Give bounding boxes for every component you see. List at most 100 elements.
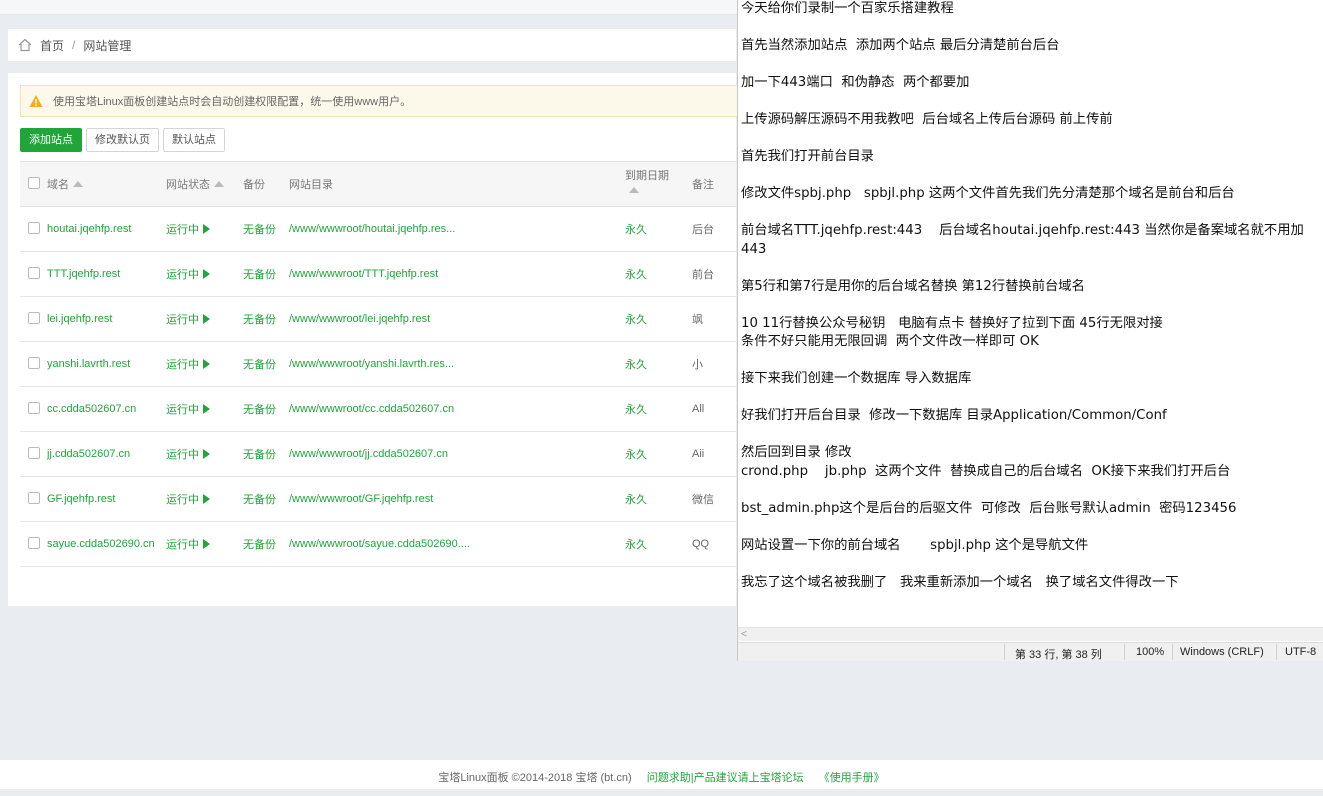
edit-default-page-button[interactable]: 修改默认页 bbox=[86, 128, 159, 152]
home-icon[interactable] bbox=[18, 38, 32, 52]
site-domain-link[interactable]: houtai.jqehfp.rest bbox=[46, 206, 165, 252]
site-domain-link[interactable]: jj.cdda502607.cn bbox=[46, 431, 165, 477]
text-line bbox=[741, 56, 1320, 75]
table-row[interactable]: houtai.jqehfp.rest 运行中 无备份/www/wwwroot/hou… bbox=[20, 206, 736, 252]
site-root-link[interactable]: /www/wwwroot/GF.jqehfp.rest bbox=[288, 476, 624, 522]
site-domain-link[interactable]: lei.jqehfp.rest bbox=[46, 296, 165, 342]
row-select-cell bbox=[20, 296, 46, 342]
scroll-left-icon[interactable]: < bbox=[741, 629, 747, 640]
text-line bbox=[741, 19, 1320, 38]
row-select-cell bbox=[20, 341, 46, 387]
text-line: 我忘了这个域名被我删了 我来重新添加一个域名 换了域名文件得改一下 bbox=[741, 574, 1179, 590]
row-checkbox[interactable] bbox=[28, 401, 40, 414]
site-root-link[interactable]: /www/wwwroot/lei.jqehfp.rest bbox=[288, 296, 624, 342]
forum-link[interactable]: 问题求助|产品建议请上宝塔论坛 bbox=[647, 772, 804, 784]
site-expire-link[interactable]: 永久 bbox=[624, 431, 691, 477]
play-icon bbox=[203, 449, 210, 459]
notice-bar: 使用宝塔Linux面板创建站点时会自动创建权限配置，统一使用www用户。 bbox=[20, 85, 738, 117]
site-expire-link[interactable]: 永久 bbox=[624, 251, 691, 297]
site-root-link[interactable]: /www/wwwroot/cc.cdda502607.cn bbox=[288, 386, 624, 432]
row-checkbox[interactable] bbox=[28, 356, 40, 369]
table-row[interactable]: cc.cdda502607.cn 运行中 无备份/www/wwwroot/cc.cd… bbox=[20, 386, 736, 432]
header-status[interactable]: 网站状态 bbox=[165, 161, 242, 207]
site-backup-link[interactable]: 无备份 bbox=[242, 521, 288, 567]
site-expire-link[interactable]: 永久 bbox=[624, 296, 691, 342]
site-backup-link[interactable]: 无备份 bbox=[242, 476, 288, 522]
table-row[interactable]: GF.jqehfp.rest 运行中 无备份/www/wwwroot/GF.jqeh… bbox=[20, 476, 736, 522]
breadcrumb-home[interactable]: 首页 bbox=[40, 37, 64, 54]
site-note[interactable]: 前台 bbox=[691, 251, 736, 297]
default-site-button[interactable]: 默认站点 bbox=[163, 128, 225, 152]
site-expire-link[interactable]: 永久 bbox=[624, 476, 691, 522]
site-status[interactable]: 运行中 bbox=[165, 521, 242, 567]
site-root-link[interactable]: /www/wwwroot/yanshi.lavrth.res... bbox=[288, 341, 624, 387]
site-backup-link[interactable]: 无备份 bbox=[242, 386, 288, 432]
site-note[interactable]: 小 bbox=[691, 341, 736, 387]
site-note[interactable]: 后台 bbox=[691, 206, 736, 252]
site-root-link[interactable]: /www/wwwroot/TTT.jqehfp.rest bbox=[288, 251, 624, 297]
row-checkbox[interactable] bbox=[28, 311, 40, 324]
row-select-cell bbox=[20, 251, 46, 297]
row-select-cell bbox=[20, 431, 46, 477]
site-root-link[interactable]: /www/wwwroot/jj.cdda502607.cn bbox=[288, 431, 624, 477]
sort-icon bbox=[629, 187, 639, 193]
header-expire[interactable]: 到期日期 bbox=[624, 161, 691, 207]
site-note[interactable]: All bbox=[691, 386, 736, 432]
site-root-link[interactable]: /www/wwwroot/houtai.jqehfp.res... bbox=[288, 206, 624, 252]
table-row[interactable]: sayue.cdda502690.cn 运行中 无备份/www/wwwroot/sa… bbox=[20, 521, 736, 567]
table-row[interactable]: lei.jqehfp.rest 运行中 无备份/www/wwwroot/lei.jq… bbox=[20, 296, 736, 342]
sort-icon bbox=[214, 181, 224, 187]
text-line: crond.php jb.php 这两个文件 替换成自己的后台域名 OK接下来我… bbox=[741, 463, 1231, 479]
site-status[interactable]: 运行中 bbox=[165, 476, 242, 522]
manual-link[interactable]: 《使用手册》 bbox=[819, 772, 885, 784]
site-expire-link[interactable]: 永久 bbox=[624, 386, 691, 432]
site-domain-link[interactable]: sayue.cdda502690.cn bbox=[46, 521, 165, 567]
site-status[interactable]: 运行中 bbox=[165, 431, 242, 477]
site-note[interactable]: 飒 bbox=[691, 296, 736, 342]
site-status[interactable]: 运行中 bbox=[165, 296, 242, 342]
table-row[interactable]: TTT.jqehfp.rest 运行中 无备份/www/wwwroot/TTT.jq… bbox=[20, 251, 736, 297]
site-status[interactable]: 运行中 bbox=[165, 386, 242, 432]
horizontal-scrollbar[interactable]: < bbox=[738, 627, 1323, 641]
play-icon bbox=[203, 494, 210, 504]
site-root-link[interactable]: /www/wwwroot/sayue.cdda502690.... bbox=[288, 521, 624, 567]
row-checkbox[interactable] bbox=[28, 266, 40, 279]
row-checkbox[interactable] bbox=[28, 446, 40, 459]
header-domain[interactable]: 域名 bbox=[46, 161, 165, 207]
row-checkbox[interactable] bbox=[28, 221, 40, 234]
site-note[interactable]: QQ bbox=[691, 521, 736, 567]
site-expire-link[interactable]: 永久 bbox=[624, 206, 691, 252]
header-backup: 备份 bbox=[242, 161, 288, 207]
site-backup-link[interactable]: 无备份 bbox=[242, 206, 288, 252]
site-status[interactable]: 运行中 bbox=[165, 206, 242, 252]
row-checkbox[interactable] bbox=[28, 536, 40, 549]
table-row[interactable]: jj.cdda502607.cn 运行中 无备份/www/wwwroot/jj.cd… bbox=[20, 431, 736, 477]
site-backup-link[interactable]: 无备份 bbox=[242, 341, 288, 387]
text-line: 好我们打开后台目录 修改一下数据库 目录Application/Common/C… bbox=[741, 408, 1167, 423]
site-note[interactable]: 微信 bbox=[691, 476, 736, 522]
site-expire-link[interactable]: 永久 bbox=[624, 521, 691, 567]
site-domain-link[interactable]: GF.jqehfp.rest bbox=[46, 476, 165, 522]
play-icon bbox=[203, 314, 210, 324]
breadcrumb-separator: / bbox=[72, 38, 76, 52]
select-all-cell bbox=[20, 161, 46, 207]
site-expire-link[interactable]: 永久 bbox=[624, 341, 691, 387]
select-all-checkbox[interactable] bbox=[28, 176, 40, 189]
site-domain-link[interactable]: cc.cdda502607.cn bbox=[46, 386, 165, 432]
site-backup-link[interactable]: 无备份 bbox=[242, 251, 288, 297]
notepad-text-area[interactable]: 今天给你们录制一个百家乐搭建教程 首先当然添加站点 添加两个站点 最后分清楚前台… bbox=[741, 0, 1320, 592]
site-note[interactable]: Aii bbox=[691, 431, 736, 477]
site-backup-link[interactable]: 无备份 bbox=[242, 296, 288, 342]
add-site-button[interactable]: 添加站点 bbox=[20, 128, 82, 152]
table-row[interactable]: yanshi.lavrth.rest 运行中 无备份/www/wwwroot/yan… bbox=[20, 341, 736, 387]
site-domain-link[interactable]: TTT.jqehfp.rest bbox=[46, 251, 165, 297]
site-status[interactable]: 运行中 bbox=[165, 341, 242, 387]
row-checkbox[interactable] bbox=[28, 491, 40, 504]
text-line: 修改文件spbj.php spbjl.php 这两个文件首先我们先分清楚那个域名… bbox=[741, 186, 1235, 201]
text-line: 10 11行替换公众号秘钥 电脑有点卡 替换好了拉到下面 45行无限对接 bbox=[741, 315, 1163, 331]
site-status[interactable]: 运行中 bbox=[165, 251, 242, 297]
row-select-cell bbox=[20, 206, 46, 252]
site-backup-link[interactable]: 无备份 bbox=[242, 431, 288, 477]
text-line: 首先我们打开前台目录 bbox=[741, 149, 874, 164]
site-domain-link[interactable]: yanshi.lavrth.rest bbox=[46, 341, 165, 387]
